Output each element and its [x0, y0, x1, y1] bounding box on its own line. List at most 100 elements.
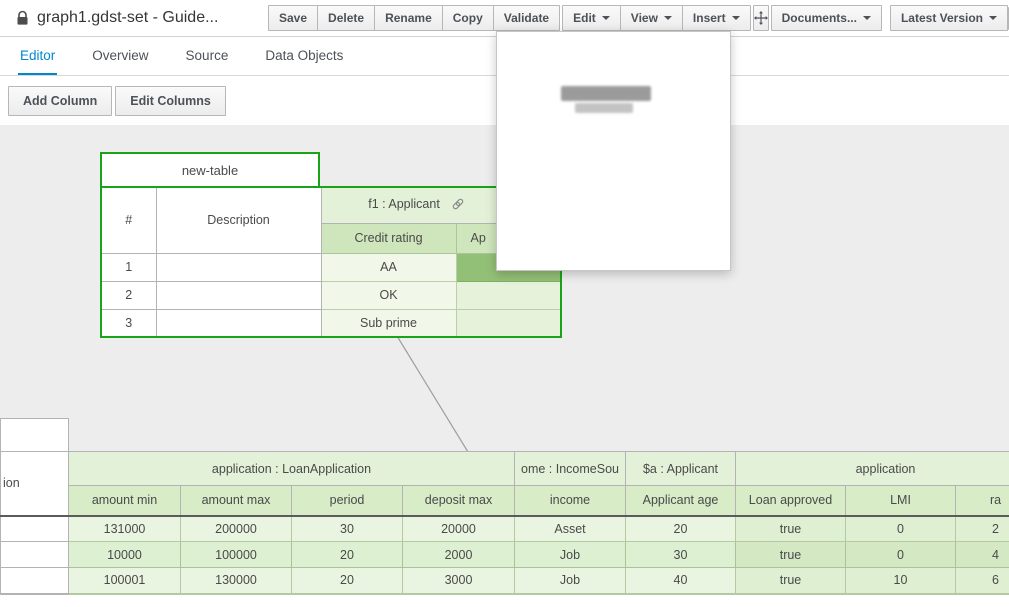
cell[interactable]: 40 [626, 568, 736, 594]
column-header[interactable]: ra [956, 486, 1009, 516]
save-button[interactable]: Save [268, 5, 318, 31]
cell[interactable]: 10000 [69, 542, 181, 568]
subheader-credit-rating[interactable]: Credit rating [321, 223, 456, 253]
description-cell[interactable] [1, 568, 69, 594]
rename-button[interactable]: Rename [374, 5, 443, 31]
validate-button[interactable]: Validate [493, 5, 560, 31]
tab-data-objects[interactable]: Data Objects [263, 37, 345, 75]
description-cell[interactable] [156, 309, 321, 337]
cell[interactable]: true [736, 542, 846, 568]
add-column-button[interactable]: Add Column [8, 86, 112, 116]
cell[interactable]: true [736, 568, 846, 594]
cell[interactable]: 100001 [69, 568, 181, 594]
edit-menu-button[interactable]: Edit [562, 5, 621, 31]
copy-button[interactable]: Copy [442, 5, 494, 31]
description-cell[interactable] [156, 253, 321, 281]
cell[interactable]: true [736, 516, 846, 542]
tab-editor[interactable]: Editor [18, 37, 57, 75]
cell[interactable]: 131000 [69, 516, 181, 542]
cell-credit-rating[interactable]: AA [321, 253, 456, 281]
pattern-header-label: f1 : Applicant [368, 197, 440, 211]
column-header[interactable]: Applicant age [626, 486, 736, 516]
menu-group: Edit View Insert [562, 5, 751, 31]
pattern-header-applicant[interactable]: $a : Applicant [626, 452, 736, 486]
cell[interactable]: 0 [846, 542, 956, 568]
insert-menu-label: Insert [693, 11, 726, 25]
cell[interactable]: 10 [846, 568, 956, 594]
file-actions-group: Save Delete Rename Copy Validate [268, 5, 560, 31]
caret-down-icon [989, 16, 997, 20]
header-cell-row-number[interactable]: # [101, 187, 156, 253]
cell[interactable]: 30 [292, 516, 403, 542]
version-menu-label: Latest Version [901, 11, 983, 25]
decision-table-lower: ion application : LoanApplication ome : … [0, 418, 1009, 595]
bottom-strip [0, 595, 1009, 607]
table-caption[interactable]: new-table [100, 152, 320, 186]
cell[interactable] [456, 309, 561, 337]
redacted-text [561, 86, 651, 101]
caret-down-icon [863, 16, 871, 20]
redacted-text [575, 103, 633, 113]
description-header-remnant[interactable]: ion [1, 452, 69, 516]
column-header[interactable]: period [292, 486, 403, 516]
cell[interactable]: 20 [626, 516, 736, 542]
description-cell[interactable] [156, 281, 321, 309]
documents-menu-button[interactable]: Documents... [771, 5, 882, 31]
insert-menu-button[interactable]: Insert [682, 5, 751, 31]
pattern-header-incomesource[interactable]: ome : IncomeSou [515, 452, 626, 486]
cell[interactable]: 200000 [181, 516, 292, 542]
caret-down-icon [664, 16, 672, 20]
column-header[interactable]: amount min [69, 486, 181, 516]
row-number-cell[interactable]: 1 [101, 253, 156, 281]
column-header[interactable]: LMI [846, 486, 956, 516]
column-header[interactable]: income [515, 486, 626, 516]
description-cell[interactable] [1, 542, 69, 568]
column-header[interactable]: amount max [181, 486, 292, 516]
cell[interactable]: 20 [292, 542, 403, 568]
cell[interactable]: 30 [626, 542, 736, 568]
caret-down-icon [732, 16, 740, 20]
app-window: graph1.gdst-set - Guide... Save Delete R… [0, 0, 1009, 607]
delete-button[interactable]: Delete [317, 5, 375, 31]
tab-overview[interactable]: Overview [90, 37, 150, 75]
view-menu-button[interactable]: View [620, 5, 683, 31]
cell[interactable]: 100000 [181, 542, 292, 568]
view-menu-label: View [631, 11, 658, 25]
cell[interactable]: 20000 [403, 516, 515, 542]
pattern-header-loanapplication[interactable]: application : LoanApplication [69, 452, 515, 486]
cell[interactable]: 20 [292, 568, 403, 594]
column-header[interactable]: Loan approved [736, 486, 846, 516]
popup-panel [496, 31, 731, 271]
column-header[interactable]: deposit max [403, 486, 515, 516]
lock-icon [16, 10, 29, 26]
cell[interactable]: Job [515, 542, 626, 568]
cell[interactable]: Job [515, 568, 626, 594]
cell[interactable]: 0 [846, 516, 956, 542]
header-cell-description[interactable]: Description [156, 187, 321, 253]
row-number-cell[interactable]: 3 [101, 309, 156, 337]
tab-source[interactable]: Source [184, 37, 231, 75]
decision-table-upper: new-table # Description f1 : Applicant C… [100, 152, 562, 338]
link-icon [451, 197, 465, 214]
caret-down-icon [602, 16, 610, 20]
pattern-header-application[interactable]: application [736, 452, 1009, 486]
move-tool-button[interactable] [753, 5, 769, 31]
cell[interactable]: Asset [515, 516, 626, 542]
cell[interactable]: 2000 [403, 542, 515, 568]
version-menu-button[interactable]: Latest Version [890, 5, 1008, 31]
cell[interactable]: 6 [956, 568, 1009, 594]
cell[interactable]: 3000 [403, 568, 515, 594]
cell-credit-rating[interactable]: Sub prime [321, 309, 456, 337]
row-number-cell[interactable]: 2 [101, 281, 156, 309]
cell[interactable]: 2 [956, 516, 1009, 542]
description-cell[interactable] [1, 516, 69, 542]
caption-remnant-cell[interactable] [1, 419, 69, 452]
cell[interactable] [456, 281, 561, 309]
cell[interactable]: 130000 [181, 568, 292, 594]
asset-title-text: graph1.gdst-set - Guide... [37, 9, 218, 27]
asset-title: graph1.gdst-set - Guide... [16, 9, 268, 27]
documents-menu-label: Documents... [782, 11, 857, 25]
edit-columns-button[interactable]: Edit Columns [115, 86, 226, 116]
cell[interactable]: 4 [956, 542, 1009, 568]
cell-credit-rating[interactable]: OK [321, 281, 456, 309]
